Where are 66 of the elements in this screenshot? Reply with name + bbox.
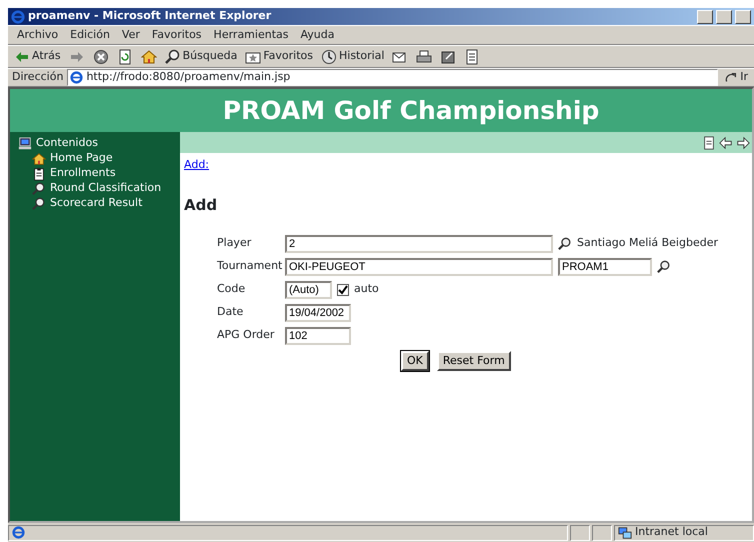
menu-item[interactable]: Archivo bbox=[12, 26, 64, 44]
menu-item[interactable]: Favoritos bbox=[146, 26, 207, 44]
magnifier-icon bbox=[32, 182, 46, 196]
player-name: Santiago Meliá Beigbeder bbox=[577, 235, 718, 252]
ie-logo-icon bbox=[12, 526, 25, 539]
maximize-button[interactable] bbox=[716, 10, 732, 24]
address-field[interactable]: http://frodo:8080/proamenv/main.jsp bbox=[67, 69, 718, 86]
clipboard-icon bbox=[32, 166, 46, 180]
close-button[interactable] bbox=[735, 10, 751, 24]
input-field[interactable]: OKI-PEUGEOT bbox=[285, 258, 553, 276]
home-icon bbox=[140, 48, 157, 64]
minimize-button[interactable] bbox=[697, 10, 713, 24]
status-panel bbox=[570, 524, 590, 540]
network-icon bbox=[618, 526, 632, 540]
toolbar-button[interactable]: Historial bbox=[319, 47, 386, 66]
window-title: proamenv - Microsoft Internet Explorer bbox=[28, 8, 272, 24]
input-field[interactable]: 102 bbox=[285, 326, 351, 344]
input-field[interactable]: 2 bbox=[285, 234, 553, 252]
toolbar-button[interactable]: Búsqueda bbox=[162, 47, 240, 66]
field-label: Player bbox=[217, 235, 252, 252]
refresh-icon bbox=[116, 48, 133, 64]
breadcrumb-link[interactable]: Add: bbox=[184, 157, 210, 174]
magnifier-icon bbox=[164, 48, 181, 64]
computer-icon bbox=[18, 136, 32, 150]
tree-root-label: Contenidos bbox=[36, 135, 98, 152]
field-label: Date bbox=[217, 304, 244, 320]
menu-item[interactable]: Ver bbox=[116, 26, 145, 44]
reset-button[interactable]: Reset Form bbox=[436, 351, 511, 371]
toolbar-button[interactable]: Favoritos bbox=[243, 47, 315, 66]
clock-icon bbox=[321, 48, 337, 64]
checkbox-label: auto bbox=[354, 281, 379, 298]
sidebar-link[interactable]: Scorecard Result bbox=[50, 195, 142, 212]
sidebar-link[interactable]: Round Classification bbox=[50, 180, 162, 197]
menu-item[interactable]: Edición bbox=[65, 26, 115, 44]
toolbar-button[interactable]: Atrás bbox=[12, 47, 63, 66]
page-banner-title: PROAM Golf Championship bbox=[222, 94, 600, 127]
ie-logo-icon bbox=[70, 71, 84, 84]
ok-button[interactable]: OK bbox=[401, 351, 429, 371]
notepad-icon bbox=[440, 48, 456, 64]
back-arrow-icon bbox=[719, 136, 733, 150]
printer-icon bbox=[416, 48, 432, 64]
document-icon bbox=[702, 136, 716, 150]
document-icon bbox=[464, 48, 480, 64]
input-field[interactable]: 19/04/2002 bbox=[285, 304, 351, 322]
go-button[interactable]: Ir bbox=[722, 68, 750, 87]
field-label: APG Order bbox=[217, 327, 276, 344]
address-label: Dirección bbox=[12, 69, 64, 86]
status-panel: Intranet local bbox=[614, 524, 754, 540]
page-heading: Add bbox=[184, 194, 218, 216]
home-icon bbox=[32, 152, 46, 166]
status-panel bbox=[592, 524, 612, 540]
field-label: Tournament bbox=[217, 258, 280, 274]
forward-arrow-icon bbox=[736, 136, 750, 150]
sidebar-link[interactable]: Enrollments bbox=[50, 165, 116, 182]
field-label: Code bbox=[217, 281, 246, 298]
menu-item[interactable]: Herramientas bbox=[208, 26, 294, 44]
menu-item[interactable]: Ayuda bbox=[295, 26, 340, 44]
input-field[interactable]: (Auto) bbox=[285, 280, 332, 298]
magnifier-icon bbox=[32, 196, 46, 210]
input-field[interactable]: PROAM1 bbox=[558, 258, 652, 276]
stop-icon bbox=[92, 48, 109, 64]
toolbar-button[interactable] bbox=[414, 48, 434, 66]
go-arrow-icon bbox=[724, 70, 738, 84]
ie-logo-icon bbox=[11, 10, 25, 24]
checkbox[interactable] bbox=[337, 284, 349, 296]
sidebar-link[interactable]: Home Page bbox=[50, 150, 113, 167]
